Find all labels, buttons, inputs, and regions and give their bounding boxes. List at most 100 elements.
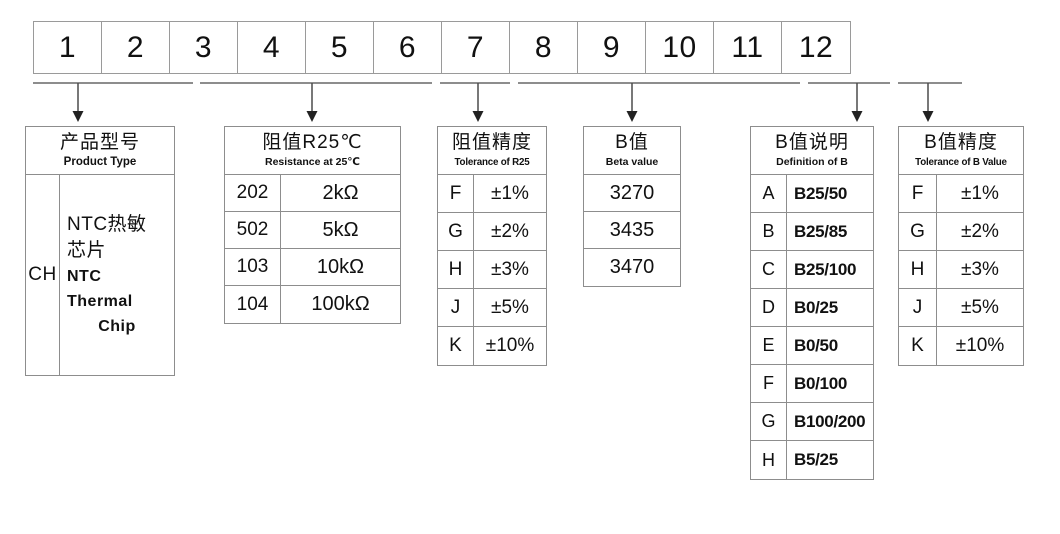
resistance-code: 202 (225, 175, 281, 211)
tolerance-r25-rows: F ±1% G ±2% H ±3% J ±5% K ±10% (438, 175, 546, 365)
product-type-title-cn: 产品型号 (59, 132, 140, 153)
tolerance_b-value: ±5% (961, 296, 999, 318)
beta_value-value: 3435 (609, 218, 655, 241)
part-number-digit-strip: 1 2 3 4 5 6 7 8 9 10 11 12 (33, 21, 851, 74)
tolerance_r25-value: ±5% (491, 296, 529, 318)
beta-value-header: B值 Beta value (584, 127, 680, 175)
digit-cell-9: 9 (578, 22, 646, 73)
tolerance_b-code: G (899, 213, 937, 250)
definition_b-code: F (751, 365, 787, 402)
digit-cell-5: 5 (306, 22, 374, 73)
table-row: B B25/85 (751, 213, 873, 251)
table-row: 103 10kΩ (225, 249, 400, 286)
beta-value-title-cn: B值 (615, 132, 649, 153)
tolerance_r25-code: H (438, 251, 474, 288)
table-row: D B0/25 (751, 289, 873, 327)
tolerance_r25-value: ±3% (491, 258, 529, 280)
definition_b-value: B0/100 (794, 373, 848, 393)
definition_b-code: D (751, 289, 787, 326)
definition_b-value: B25/85 (794, 221, 848, 241)
product-type-body: CH NTC热敏 芯片 NTC Thermal Chip (26, 175, 174, 375)
table-row: H ±3% (438, 251, 546, 289)
tolerance_b-value: ±10% (955, 335, 1005, 356)
group-box-resistance: 阻值R25℃ Resistance at 25℃ 202 2kΩ 502 5kΩ 103… (224, 126, 401, 324)
group-box-product-type: 产品型号 Product Type CH NTC热敏 芯片 NTC Therma… (25, 126, 175, 376)
beta-value-title-en: Beta value (605, 156, 659, 168)
definition_b-code: B (751, 213, 787, 250)
tolerance-b-header: B值精度 Tolerance of B Value (899, 127, 1023, 175)
definition-b-title-cn: B值说明 (775, 132, 849, 153)
digit-cell-4: 4 (238, 22, 306, 73)
tolerance-r25-title-cn: 阻值精度 (451, 132, 532, 153)
tolerance-b-title-cn: B值精度 (924, 132, 998, 153)
product-type-desc-cn-1: NTC热敏 (67, 213, 147, 235)
tolerance_b-value: ±3% (961, 258, 999, 280)
digit-cell-11: 11 (714, 22, 782, 73)
tolerance-b-title-en: Tolerance of B Value (915, 157, 1007, 168)
table-row: F ±1% (899, 175, 1023, 213)
digit-cell-8: 8 (510, 22, 578, 73)
definition_b-value: B5/25 (794, 450, 838, 469)
definition-b-header: B值说明 Definition of B (751, 127, 873, 175)
definition_b-value: B100/200 (794, 411, 866, 431)
tolerance_r25-value: ±2% (491, 220, 529, 242)
resistance-rows: 202 2kΩ 502 5kΩ 103 10kΩ 104 100kΩ (225, 175, 400, 323)
digit-cell-7: 7 (442, 22, 510, 73)
group-box-tolerance-b: B值精度 Tolerance of B Value F ±1% G ±2% H ±3% J ±… (898, 126, 1024, 366)
table-row: G ±2% (899, 213, 1023, 251)
tolerance_b-code: K (899, 327, 937, 365)
table-row: K ±10% (438, 327, 546, 365)
table-row: 3470 (584, 249, 680, 286)
tolerance_b-value: ±1% (961, 182, 999, 204)
resistance-value: 5kΩ (322, 218, 359, 241)
table-row: 3270 (584, 175, 680, 212)
table-row: G ±2% (438, 213, 546, 251)
definition-b-rows: A B25/50 B B25/85 C B25/100 D B0/25 E B0/50 F B0/10… (751, 175, 873, 479)
resistance-code: 103 (225, 249, 281, 285)
table-row: J ±5% (438, 289, 546, 327)
table-row: H ±3% (899, 251, 1023, 289)
product-type-desc-en-1: NTC Thermal (67, 267, 133, 310)
product-type-description: NTC热敏 芯片 NTC Thermal Chip (60, 175, 174, 375)
digit-cell-3: 3 (170, 22, 238, 73)
diagram-canvas: 1 2 3 4 5 6 7 8 9 10 11 12 产品型号 Product … (0, 0, 1060, 534)
tolerance_r25-value: ±1% (491, 182, 529, 204)
resistance-value: 2kΩ (322, 181, 359, 204)
definition_b-value: B25/50 (794, 183, 848, 203)
resistance-value: 100kΩ (311, 293, 370, 315)
product-type-desc-en-2: Chip (98, 317, 136, 335)
table-row: J ±5% (899, 289, 1023, 327)
resistance-header: 阻值R25℃ Resistance at 25℃ (225, 127, 400, 175)
tolerance_b-code: J (899, 289, 937, 326)
table-row: E B0/50 (751, 327, 873, 365)
group-box-definition-b: B值说明 Definition of B A B25/50 B B25/85 C B25/… (750, 126, 874, 480)
product-type-title-en: Product Type (63, 156, 137, 168)
product-type-desc-cn-2: 芯片 (67, 239, 107, 261)
table-row: A B25/50 (751, 175, 873, 213)
tolerance-r25-header: 阻值精度 Tolerance of R25 (438, 127, 546, 175)
definition_b-code: E (751, 327, 787, 364)
tolerance-r25-title-en: Tolerance of R25 (454, 157, 530, 168)
definition_b-code: A (751, 175, 787, 212)
table-row: 502 5kΩ (225, 212, 400, 249)
tolerance_r25-code: J (438, 289, 474, 326)
tolerance_b-code: F (899, 175, 937, 212)
product-type-header: 产品型号 Product Type (26, 127, 174, 175)
digit-cell-1: 1 (34, 22, 102, 73)
definition_b-code: C (751, 251, 787, 288)
beta_value-value: 3270 (609, 181, 655, 204)
definition_b-code: H (751, 441, 787, 479)
product-type-code: CH (26, 175, 60, 375)
group-box-tolerance-r25: 阻值精度 Tolerance of R25 F ±1% G ±2% H ±3% J ±5% K ±… (437, 126, 547, 366)
tolerance_r25-code: F (438, 175, 474, 212)
table-row: K ±10% (899, 327, 1023, 365)
digit-cell-10: 10 (646, 22, 714, 73)
tolerance_r25-value: ±10% (485, 335, 535, 356)
digit-cell-2: 2 (102, 22, 170, 73)
tolerance_b-code: H (899, 251, 937, 288)
resistance-code: 502 (225, 212, 281, 248)
resistance-title-cn: 阻值R25℃ (262, 132, 363, 153)
definition_b-value: B25/100 (794, 259, 857, 279)
table-row: 202 2kΩ (225, 175, 400, 212)
tolerance_r25-code: G (438, 213, 474, 250)
